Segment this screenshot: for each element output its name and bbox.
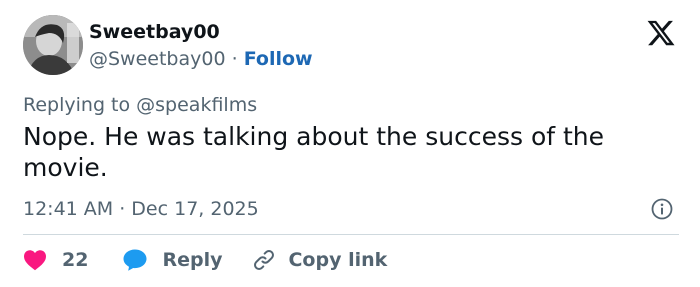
- link-icon: [252, 248, 276, 272]
- divider: [23, 234, 679, 235]
- like-count: 22: [62, 249, 89, 271]
- tweet-timestamp[interactable]: 12:41 AM · Dec 17, 2025: [23, 196, 259, 222]
- reply-label: Reply: [162, 249, 223, 271]
- author-display-name[interactable]: Sweetbay00: [89, 20, 220, 44]
- author-handle-line: @Sweetbay00 · Follow: [89, 47, 313, 71]
- tweet-text: Nope. He was talking about the success o…: [23, 122, 605, 182]
- like-button[interactable]: 22: [23, 247, 88, 273]
- info-icon[interactable]: [651, 198, 673, 220]
- copy-link-label: Copy link: [288, 249, 388, 271]
- handle-separator: ·: [231, 48, 238, 70]
- avatar[interactable]: [23, 15, 83, 75]
- replying-to[interactable]: Replying to @speakfilms: [23, 92, 257, 118]
- follow-button[interactable]: Follow: [244, 48, 313, 70]
- action-bar: 22 Reply Copy link: [23, 246, 387, 274]
- x-logo-icon[interactable]: [646, 18, 676, 48]
- reply-button[interactable]: Reply: [122, 247, 222, 273]
- heart-icon: [23, 249, 47, 271]
- copy-link-button[interactable]: Copy link: [252, 247, 387, 273]
- author-handle[interactable]: @Sweetbay00: [89, 48, 226, 70]
- speech-bubble-icon: [122, 248, 148, 272]
